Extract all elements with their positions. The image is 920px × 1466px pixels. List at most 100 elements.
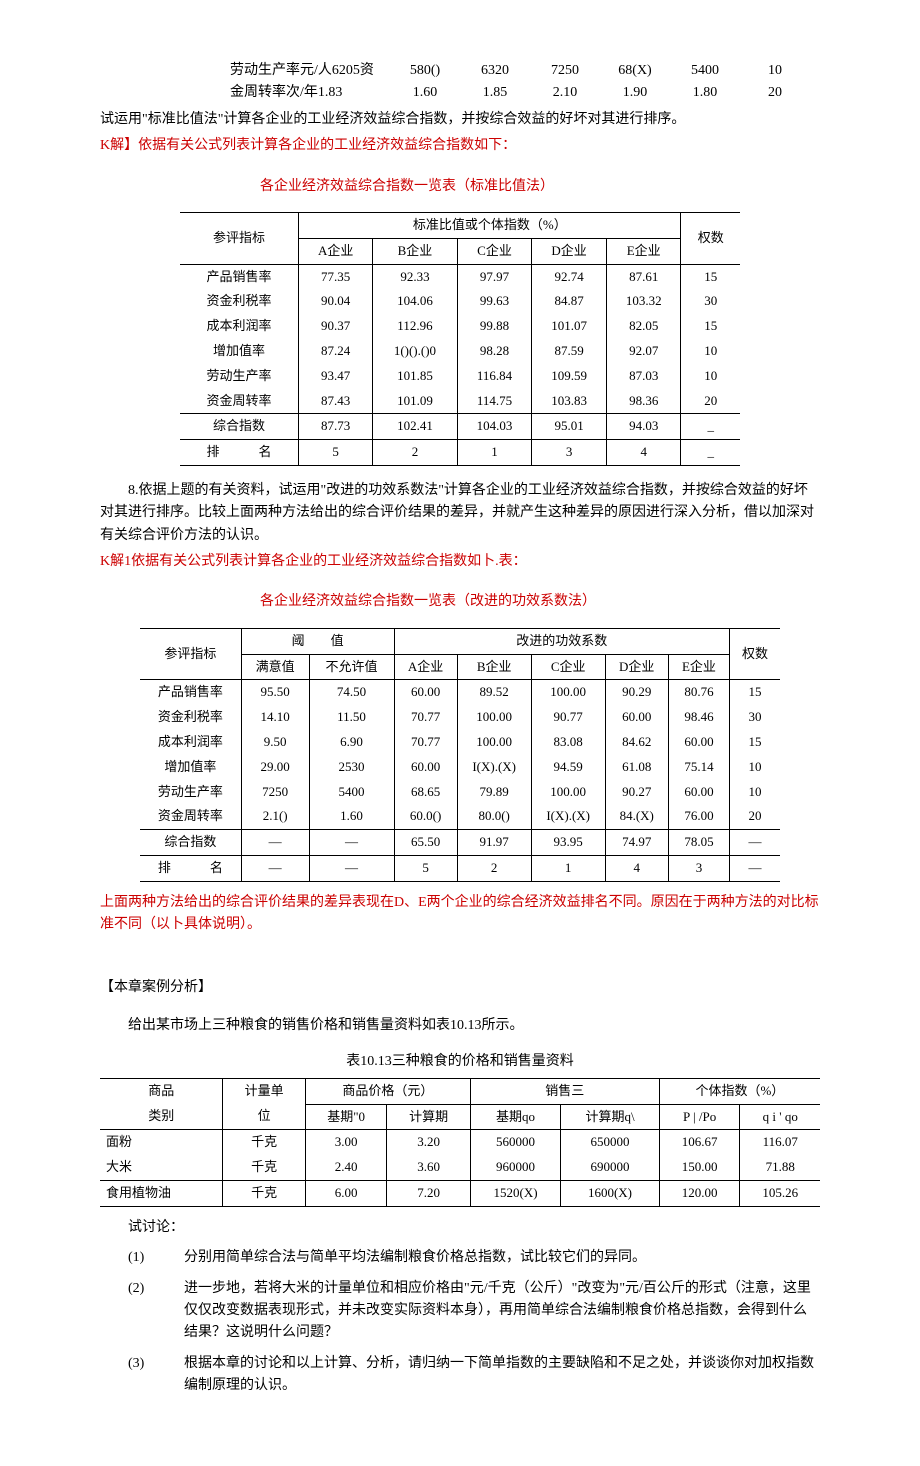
cell: 84.87 (532, 289, 607, 314)
h-unit: 计量单 (223, 1078, 305, 1104)
cell: 76.00 (668, 804, 729, 829)
cell: 30 (730, 705, 780, 730)
cell: 116.07 (740, 1130, 820, 1155)
cell: 94.03 (606, 414, 681, 440)
cell: 面粉 (100, 1130, 223, 1155)
cell: 劳动生产率 (180, 364, 299, 389)
cell: 90.37 (299, 314, 373, 339)
h-price: 商品价格（元） (305, 1078, 470, 1104)
cell: 112.96 (373, 314, 458, 339)
cell: 1 (531, 856, 605, 882)
cell: 成本利润率 (140, 730, 241, 755)
cell: 87.43 (299, 389, 373, 414)
discuss-label: 试讨论： (100, 1217, 820, 1239)
cell: 60.00 (668, 730, 729, 755)
cell: 120.00 (659, 1180, 740, 1206)
h-group: 标准比值或个体指数（%） (299, 212, 681, 238)
cell: — (730, 830, 780, 856)
cell: 70.77 (394, 705, 457, 730)
cell: 60.00 (394, 680, 457, 705)
cell: 3 (532, 440, 607, 466)
val: 1.60 (390, 82, 460, 104)
cell: 84.(X) (605, 804, 668, 829)
cell: _ (681, 414, 740, 440)
num: (3) (128, 1353, 144, 1375)
discuss-item-3: (3)根据本章的讨论和以上计算、分析，请归纳一下简单指数的主要缺陷和不足之处，并… (184, 1353, 820, 1398)
text: 进一步地，若将大米的计量单位和相应价格由"元/千克（公斤）"改变为"元/百公斤的… (184, 1281, 811, 1341)
val: 20 (740, 82, 810, 104)
cell: 92.74 (532, 264, 607, 289)
cell: 1.60 (309, 804, 394, 829)
cell: 101.07 (532, 314, 607, 339)
cell: 560000 (470, 1130, 560, 1155)
cell: 90.77 (531, 705, 605, 730)
h-unit2: 位 (223, 1104, 305, 1130)
col-e: E企业 (606, 238, 681, 264)
cell: 90.27 (605, 780, 668, 805)
cell: 2530 (309, 755, 394, 780)
composite-label: 综合指数 (180, 414, 299, 440)
table-3: 商品 计量单 商品价格（元） 销售三 个体指数（%） 类别 位 基期"0 计算期… (100, 1078, 820, 1207)
cell: 4 (606, 440, 681, 466)
rank-label: 排 名 (140, 856, 241, 882)
cell: 60.00 (668, 780, 729, 805)
cell: 6.00 (305, 1180, 386, 1206)
cell: 100.00 (531, 680, 605, 705)
label: 金周转率次/年1.83 (230, 82, 390, 104)
cell: 14.10 (241, 705, 309, 730)
cell: 106.67 (659, 1130, 740, 1155)
cell: 60.0() (394, 804, 457, 829)
cell: 2.1() (241, 804, 309, 829)
label: 劳动生产率元/人6205资 (230, 60, 390, 82)
cell: 增加值率 (140, 755, 241, 780)
col-c: C企业 (531, 654, 605, 680)
cell: 650000 (561, 1130, 660, 1155)
cell: 91.97 (457, 830, 531, 856)
top-data-row-2: 金周转率次/年1.83 1.60 1.85 2.10 1.90 1.80 20 (100, 82, 820, 104)
cell: 101.85 (373, 364, 458, 389)
cell: 114.75 (457, 389, 532, 414)
val: 580() (390, 60, 460, 82)
val: 1.90 (600, 82, 670, 104)
h-product2: 类别 (100, 1104, 223, 1130)
cell: 成本利润率 (180, 314, 299, 339)
cell: 千克 (223, 1155, 305, 1180)
col-a: A企业 (394, 654, 457, 680)
cell: 105.26 (740, 1180, 820, 1206)
cell: I(X).(X) (457, 755, 531, 780)
val: 1.80 (670, 82, 740, 104)
cell: 100.00 (531, 780, 605, 805)
cell: 87.59 (532, 339, 607, 364)
num: (2) (128, 1278, 144, 1300)
col-ok: 满意值 (241, 654, 309, 680)
cell: 99.88 (457, 314, 532, 339)
cell: 150.00 (659, 1155, 740, 1180)
h-sales: 销售三 (470, 1078, 659, 1104)
cell: 5400 (309, 780, 394, 805)
num: (1) (128, 1247, 144, 1269)
cell: 大米 (100, 1155, 223, 1180)
cell: 1()().()0 (373, 339, 458, 364)
cell: 15 (730, 680, 780, 705)
cell: 93.47 (299, 364, 373, 389)
h-pp: P | /Po (659, 1104, 740, 1130)
h-product: 商品 (100, 1078, 223, 1104)
col-c: C企业 (457, 238, 532, 264)
cell: 103.32 (606, 289, 681, 314)
cell: 1520(X) (470, 1180, 560, 1206)
cell: 104.06 (373, 289, 458, 314)
h-threshold: 阈 值 (241, 628, 394, 654)
cell: 98.36 (606, 389, 681, 414)
cell: 79.89 (457, 780, 531, 805)
cell: 74.50 (309, 680, 394, 705)
cell: 60.00 (394, 755, 457, 780)
col-a: A企业 (299, 238, 373, 264)
table-1-caption: 各企业经济效益综合指数一览表（标准比值法） (100, 176, 820, 198)
cell: 98.46 (668, 705, 729, 730)
case-heading: 【本章案例分析】 (100, 977, 820, 999)
table-3-caption: 表10.13三种粮食的价格和销售量资料 (100, 1051, 820, 1073)
cell: 87.03 (606, 364, 681, 389)
h-weight: 权数 (730, 628, 780, 680)
cell: 3 (668, 856, 729, 882)
intro-para: 试运用"标准比值法"计算各企业的工业经济效益综合指数，并按综合效益的好坏对其进行… (100, 109, 820, 131)
